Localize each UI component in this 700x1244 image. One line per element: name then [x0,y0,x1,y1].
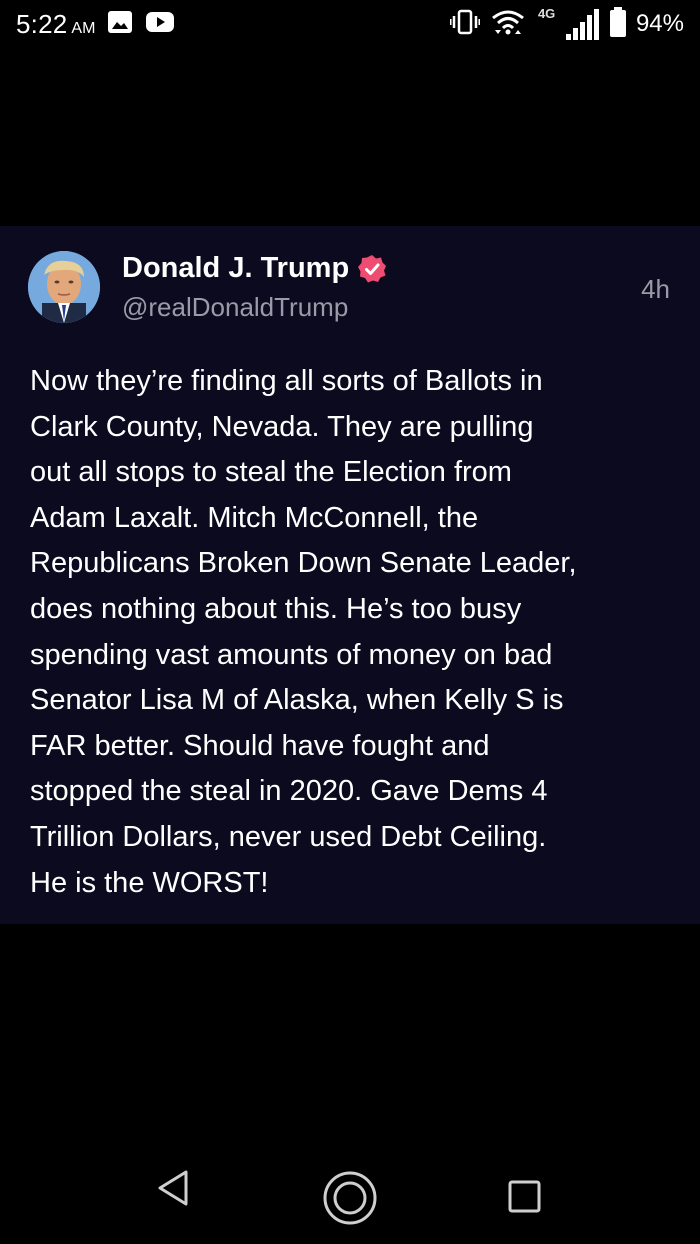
clock: 5:22 AM [16,9,95,40]
wifi-icon [490,8,526,41]
clock-ampm: AM [71,19,96,37]
gallery-icon [107,10,133,39]
post-text: Now they’re finding all sorts of Ballots… [30,365,577,899]
avatar[interactable] [28,251,100,323]
status-left: 5:22 AM [16,9,175,40]
author-name[interactable]: Donald J. Trump [122,252,387,285]
status-right: 4G 94% [449,6,684,42]
battery-icon [609,6,626,42]
post-timestamp: 4h [641,274,670,304]
battery-percentage: 94% [635,10,684,37]
author-handle[interactable]: @realDonaldTrump [122,292,348,323]
navigation-bar [0,1148,700,1244]
back-icon[interactable] [155,1168,191,1213]
clock-time: 5:22 [16,8,68,39]
author-name-text[interactable]: Donald J. Trump [122,252,349,285]
signal-icon: 4G [536,6,600,42]
recents-icon[interactable] [508,1180,542,1219]
vibrate-icon [449,9,481,40]
status-bar: 5:22 AM 4G 94% [0,0,700,48]
home-icon[interactable] [322,1170,378,1231]
youtube-icon [145,10,175,39]
verified-badge-icon [357,254,387,284]
